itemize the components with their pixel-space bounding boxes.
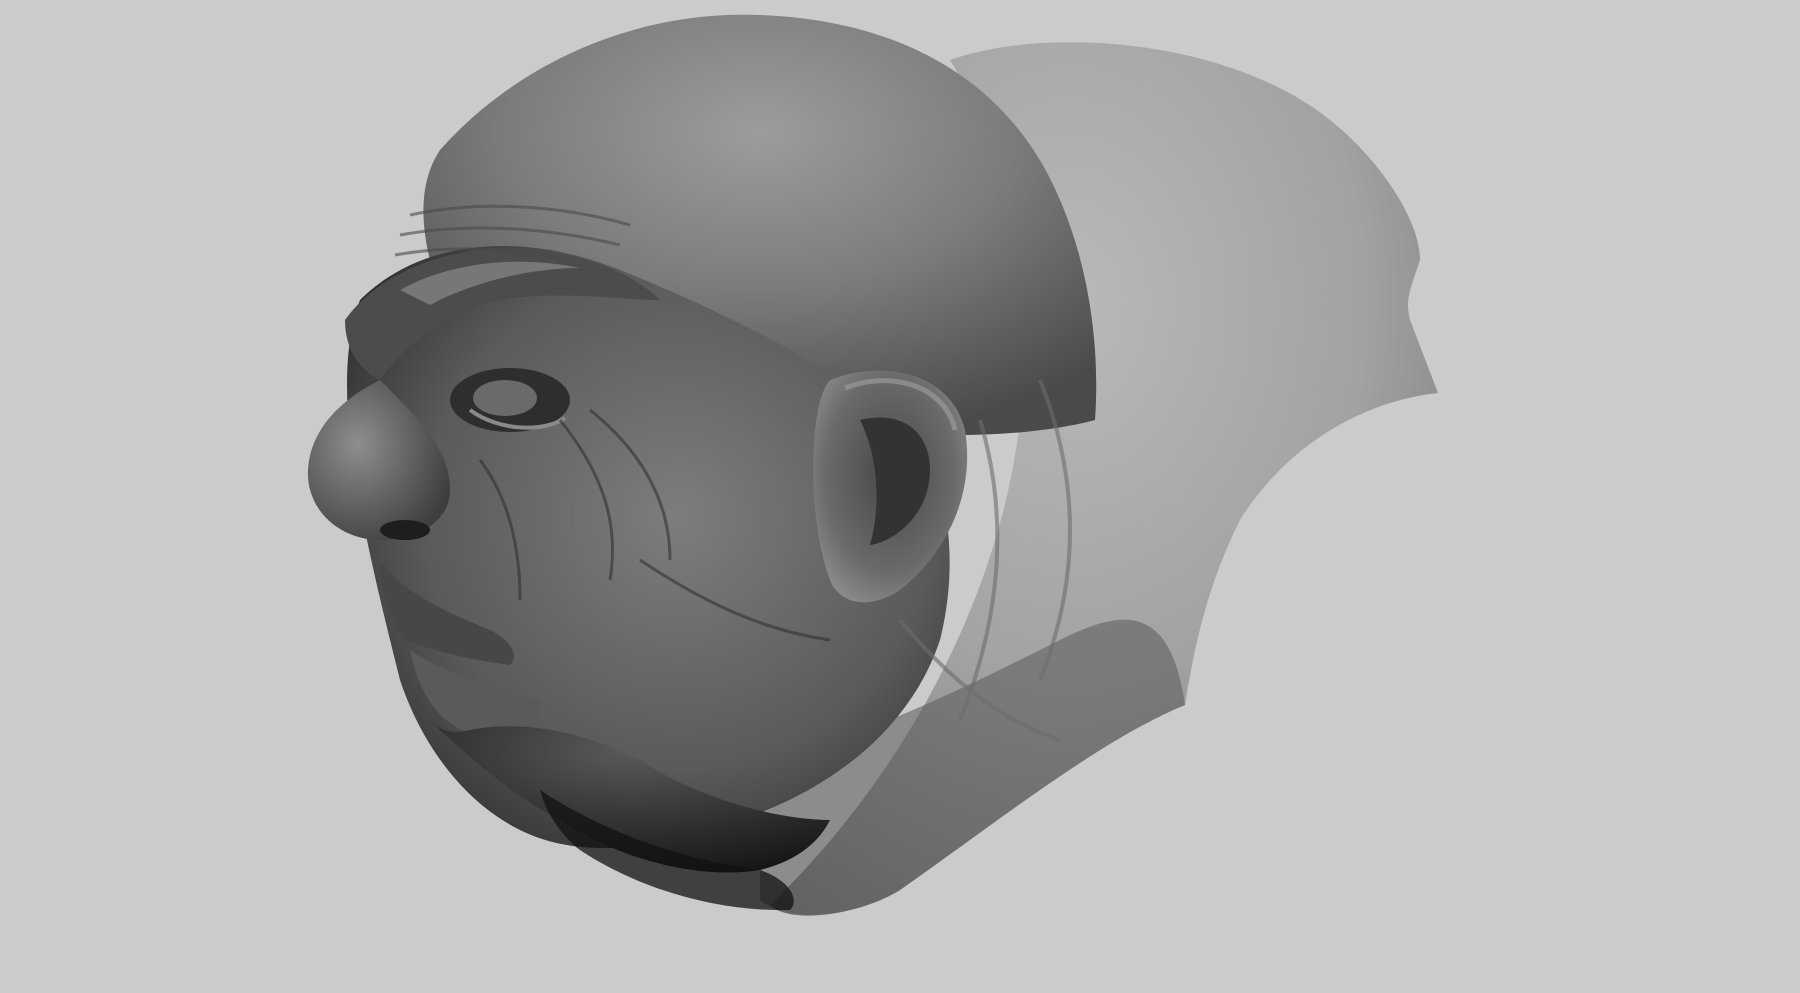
sculpt-viewport[interactable] [0,0,1800,993]
nostril [380,520,430,540]
eye [473,380,537,416]
sculpted-head-icon [307,14,1438,916]
